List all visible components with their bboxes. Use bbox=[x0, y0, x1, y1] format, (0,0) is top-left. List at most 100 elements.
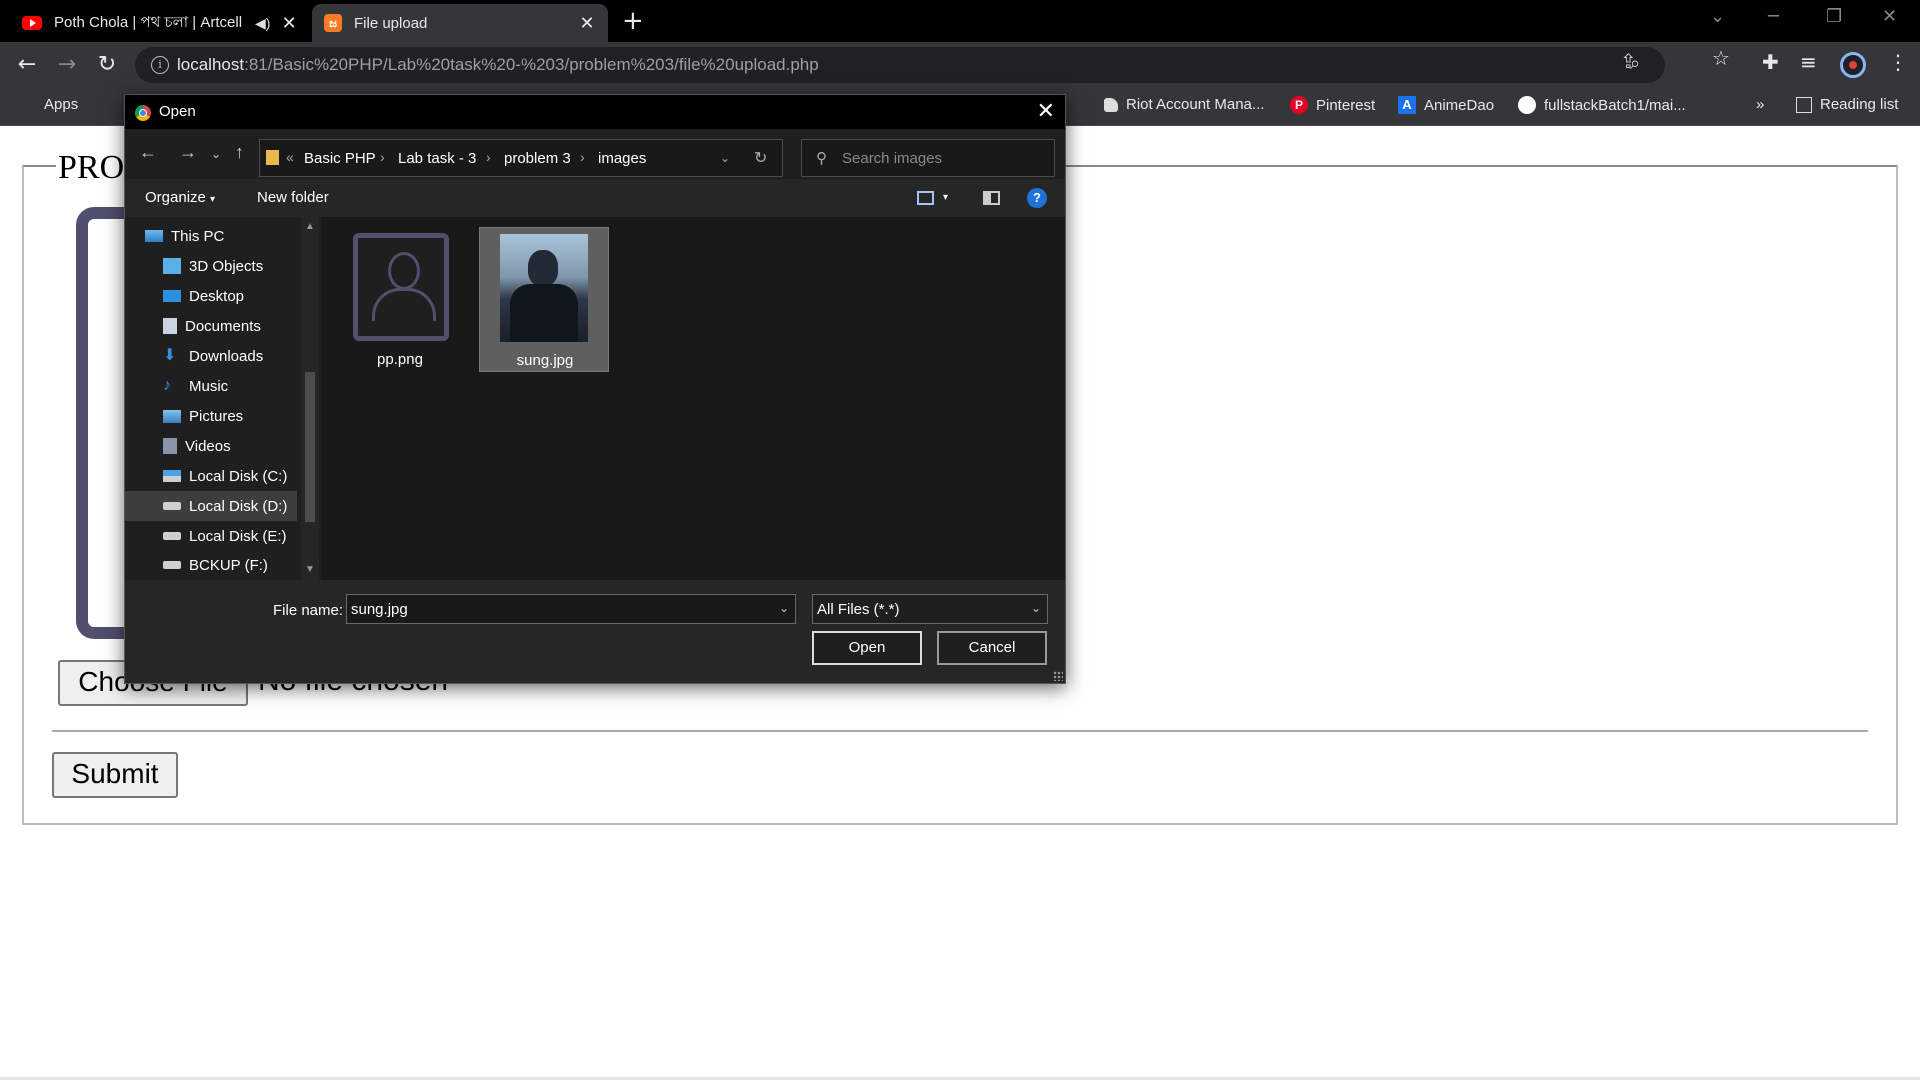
window-close-icon[interactable]: ✕ bbox=[1882, 6, 1897, 27]
new-tab-icon[interactable]: + bbox=[622, 6, 644, 36]
nav-item-label: Music bbox=[189, 377, 229, 395]
reading-list-button[interactable]: Reading list bbox=[1796, 96, 1898, 113]
new-folder-button[interactable]: New folder bbox=[257, 189, 329, 206]
up-folder-icon[interactable]: ↑ bbox=[235, 142, 244, 163]
breadcrumb-item[interactable]: Basic PHP bbox=[304, 150, 376, 167]
cancel-button[interactable]: Cancel bbox=[937, 631, 1047, 665]
open-button[interactable]: Open bbox=[812, 631, 922, 665]
submit-button[interactable]: Submit bbox=[52, 752, 178, 798]
file-name-value: sung.jpg bbox=[351, 601, 408, 618]
breadcrumb-item[interactable]: Lab task - 3 bbox=[398, 150, 476, 167]
chevron-down-icon: ▾ bbox=[210, 194, 216, 205]
restore-icon[interactable]: ❐ bbox=[1826, 6, 1842, 27]
file-name-input[interactable]: sung.jpg ⌄ bbox=[346, 594, 796, 624]
close-tab-icon[interactable]: ✕ bbox=[280, 13, 298, 34]
extensions-icon[interactable]: ✚ bbox=[1762, 50, 1779, 74]
forward-icon[interactable]: → bbox=[52, 50, 82, 80]
bookmark-pinterest[interactable]: P Pinterest bbox=[1290, 96, 1375, 114]
nav-item-this-pc[interactable]: This PC bbox=[145, 221, 315, 251]
refresh-icon[interactable]: ↻ bbox=[754, 148, 767, 168]
forward-icon[interactable]: → bbox=[179, 142, 197, 163]
dialog-footer: File name: sung.jpg ⌄ All Files (*.*) ⌄ … bbox=[125, 580, 1065, 683]
scroll-up-icon[interactable]: ▲ bbox=[305, 221, 315, 232]
folder-icon bbox=[266, 150, 279, 165]
bookmark-github[interactable]: fullstackBatch1/mai... bbox=[1518, 96, 1686, 114]
help-icon[interactable]: ? bbox=[1027, 188, 1047, 208]
search-box[interactable]: ⚲ bbox=[801, 139, 1055, 177]
organize-label: Organize bbox=[145, 189, 206, 206]
tab-strip: Poth Chola | পথ চলা | Artcell ◀) ✕ ಜ Fil… bbox=[0, 0, 1920, 42]
nav-item-label: Desktop bbox=[189, 287, 245, 305]
tab-search-icon[interactable]: ⌄ bbox=[1710, 6, 1725, 27]
media-control-icon[interactable]: ≡ bbox=[1800, 50, 1817, 74]
file-name: sung.jpg bbox=[516, 352, 574, 369]
tab-file-upload[interactable]: ಜ File upload ✕ bbox=[312, 4, 608, 42]
chevron-right-icon[interactable]: › bbox=[580, 149, 585, 165]
breadcrumb[interactable]: « Basic PHP › Lab task - 3 › problem 3 ›… bbox=[259, 139, 783, 177]
resize-grip-icon[interactable] bbox=[1053, 671, 1063, 681]
breadcrumb-overflow-icon[interactable]: « bbox=[286, 149, 294, 165]
recent-locations-icon[interactable]: ⌄ bbox=[211, 147, 221, 161]
preview-pane-icon[interactable] bbox=[983, 191, 1000, 205]
more-bookmarks-icon[interactable]: » bbox=[1756, 96, 1764, 113]
scrollbar-thumb[interactable] bbox=[305, 372, 315, 522]
file-type-value: All Files (*.*) bbox=[817, 601, 900, 618]
address-bar[interactable]: i localhost:81/Basic%20PHP/Lab%20task%20… bbox=[135, 47, 1665, 83]
close-tab-icon[interactable]: ✕ bbox=[578, 13, 596, 34]
nav-item-label: Documents bbox=[185, 317, 261, 335]
chevron-right-icon[interactable]: › bbox=[380, 149, 385, 165]
music-icon: ♪ bbox=[163, 377, 171, 394]
file-list: pp.png sung.jpg bbox=[321, 217, 1065, 580]
back-icon[interactable]: ← bbox=[139, 142, 157, 163]
drive-icon bbox=[163, 561, 181, 569]
image-thumbnail bbox=[500, 234, 588, 342]
chevron-down-icon[interactable]: ⌄ bbox=[720, 151, 730, 165]
bookmark-apps[interactable]: Apps bbox=[20, 96, 78, 113]
file-item-sung-jpg[interactable]: sung.jpg bbox=[479, 227, 609, 372]
bookmark-label: AnimeDao bbox=[1424, 96, 1495, 114]
nav-item-label: Local Disk (E:) bbox=[189, 527, 287, 545]
chevron-down-icon[interactable]: ⌄ bbox=[779, 601, 789, 615]
nav-item-label: Local Disk (D:) bbox=[189, 497, 288, 515]
minimize-icon[interactable]: ─ bbox=[1768, 6, 1779, 27]
share-icon[interactable]: ⇪ bbox=[1620, 49, 1637, 73]
animedao-icon: A bbox=[1398, 96, 1416, 114]
menu-icon[interactable]: ⋮ bbox=[1888, 50, 1908, 74]
fieldset-legend: PRO bbox=[56, 149, 127, 187]
site-info-icon[interactable]: i bbox=[151, 56, 169, 74]
change-view-icon[interactable] bbox=[917, 191, 934, 205]
organize-button[interactable]: Organize ▾ bbox=[145, 189, 215, 206]
dialog-close-icon[interactable]: ✕ bbox=[1037, 98, 1055, 124]
tab-poth-chola[interactable]: Poth Chola | পথ চলা | Artcell ◀) ✕ bbox=[10, 4, 310, 42]
dialog-toolbar: Organize ▾ New folder ▾ ? bbox=[125, 179, 1065, 217]
bookmark-riot[interactable]: Riot Account Mana... bbox=[1104, 96, 1264, 113]
file-type-select[interactable]: All Files (*.*) ⌄ bbox=[812, 594, 1048, 624]
reload-icon[interactable]: ↻ bbox=[92, 50, 122, 80]
profile-avatar[interactable] bbox=[1840, 52, 1866, 78]
nav-item-local-disk-d[interactable]: Local Disk (D:) bbox=[125, 491, 297, 521]
reading-list-icon bbox=[1796, 96, 1812, 113]
search-icon: ⚲ bbox=[816, 150, 827, 167]
file-item-pp-png[interactable]: pp.png bbox=[335, 227, 465, 372]
chevron-right-icon[interactable]: › bbox=[486, 149, 491, 165]
back-icon[interactable]: ← bbox=[12, 50, 42, 80]
bookmark-star-icon[interactable]: ☆ bbox=[1712, 46, 1730, 70]
drive-icon bbox=[163, 502, 181, 510]
bookmark-animedao[interactable]: A AnimeDao bbox=[1398, 96, 1494, 114]
documents-icon bbox=[163, 318, 177, 334]
computer-icon bbox=[145, 230, 163, 242]
pictures-icon bbox=[163, 409, 181, 423]
scroll-down-icon[interactable]: ▼ bbox=[305, 564, 315, 575]
pinterest-icon: P bbox=[1290, 96, 1308, 114]
nav-scrollbar[interactable]: ▲ ▼ bbox=[301, 217, 319, 580]
nav-item-label: Pictures bbox=[189, 407, 244, 425]
3d-objects-icon bbox=[163, 258, 181, 274]
dialog-navigation: ← → ⌄ ↑ « Basic PHP › Lab task - 3 › pro… bbox=[125, 129, 1065, 179]
breadcrumb-item[interactable]: images bbox=[598, 150, 646, 167]
url-text[interactable]: localhost:81/Basic%20PHP/Lab%20task%20-%… bbox=[177, 55, 819, 75]
search-input[interactable] bbox=[842, 147, 1042, 169]
breadcrumb-item[interactable]: problem 3 bbox=[504, 150, 571, 167]
dialog-titlebar[interactable]: Open ✕ bbox=[125, 95, 1065, 129]
view-options-icon[interactable]: ▾ bbox=[943, 192, 948, 203]
speaker-icon[interactable]: ◀) bbox=[255, 15, 270, 32]
